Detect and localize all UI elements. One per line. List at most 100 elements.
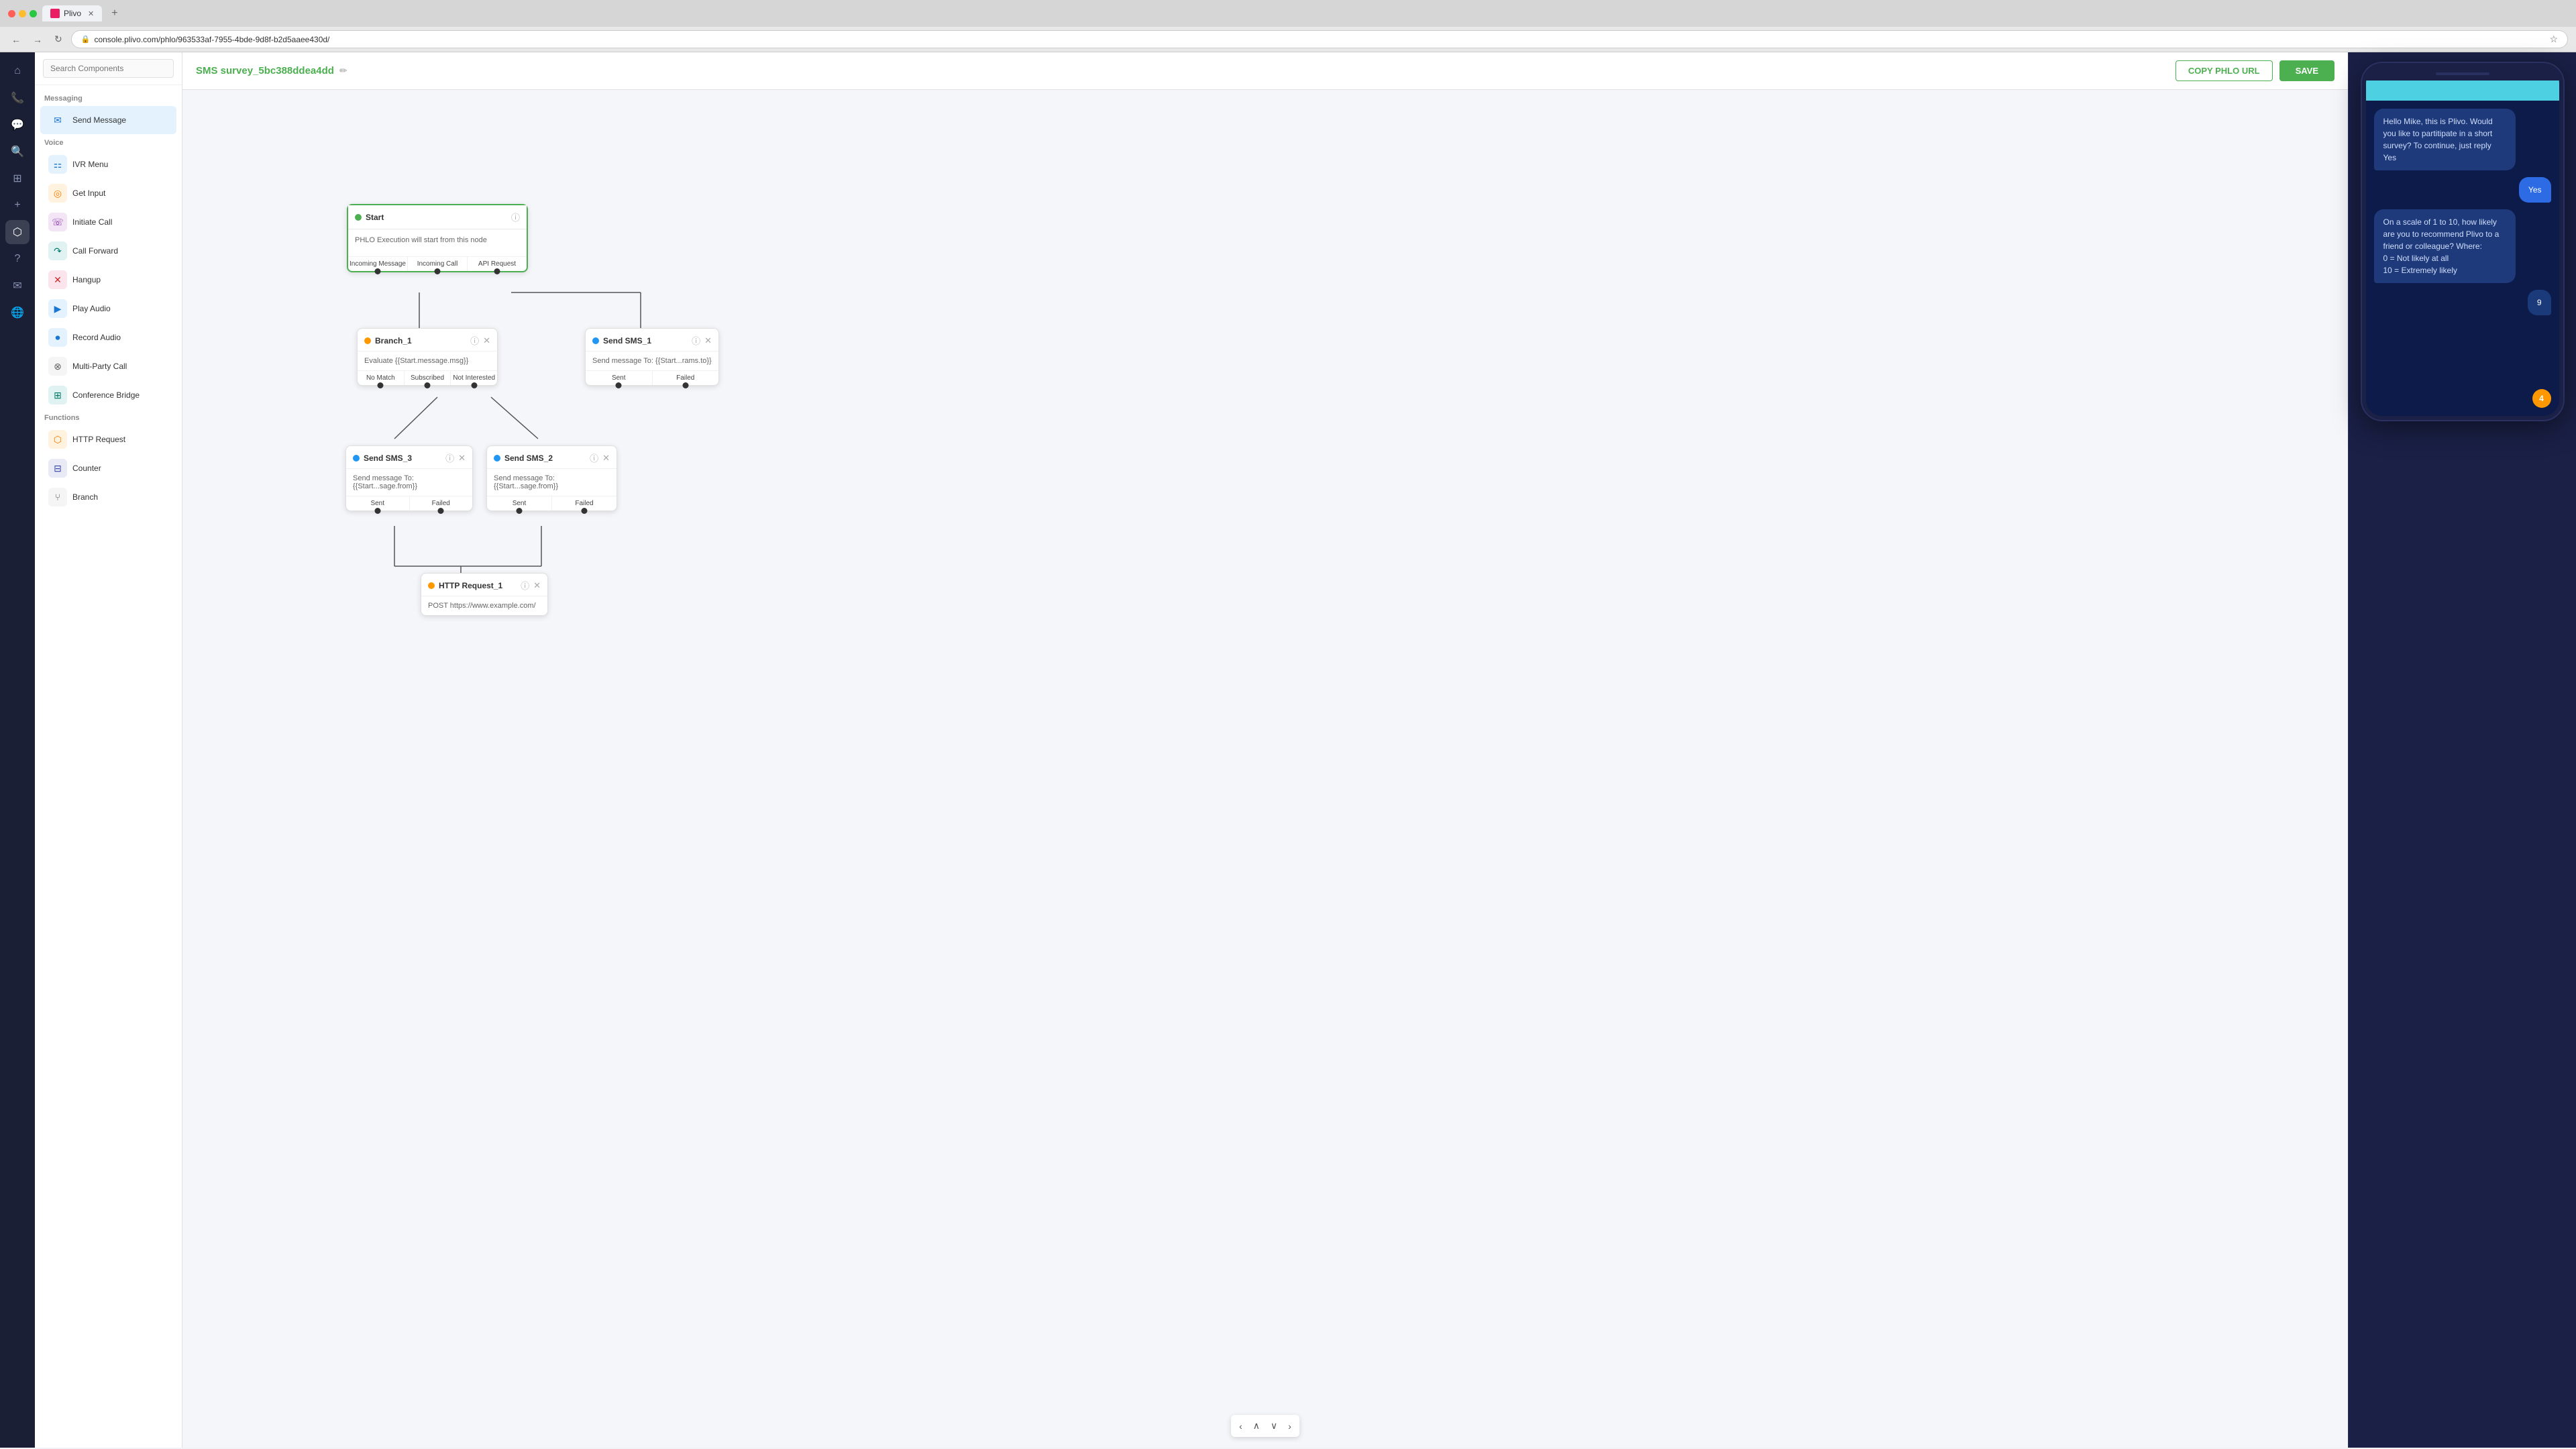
canvas-nav-down[interactable]: ∨ xyxy=(1267,1417,1281,1434)
http-request-1-node[interactable]: HTTP Request_1 ⓘ ✕ POST https://www.exam… xyxy=(421,573,548,616)
sidebar-icon-help[interactable]: ? xyxy=(5,247,30,271)
sidebar-icons: ⌂ 📞 💬 🔍 ⊞ + ⬡ ? ✉ 🌐 xyxy=(0,52,35,1448)
component-hangup[interactable]: ✕ Hangup xyxy=(40,266,176,294)
send-sms-1-node[interactable]: Send SMS_1 ⓘ ✕ Send message To: {{Start.… xyxy=(585,328,719,386)
component-conference-bridge[interactable]: ⊞ Conference Bridge xyxy=(40,381,176,409)
start-node[interactable]: Start ⓘ PHLO Execution will start from t… xyxy=(347,204,528,272)
tab-close-btn[interactable]: ✕ xyxy=(88,9,94,18)
ivr-menu-label: IVR Menu xyxy=(72,160,108,169)
flow-canvas[interactable]: Start ⓘ PHLO Execution will start from t… xyxy=(182,90,2348,1448)
sidebar-icon-globe[interactable]: 🌐 xyxy=(5,301,30,325)
http-request-1-body: POST https://www.example.com/ xyxy=(421,596,547,615)
address-bar[interactable]: 🔒 console.plivo.com/phlo/963533af-7955-4… xyxy=(71,30,2568,48)
send-sms-2-dot xyxy=(494,455,500,462)
component-record-audio[interactable]: ⏺ Record Audio xyxy=(40,323,176,352)
sidebar-icon-flow[interactable]: ⬡ xyxy=(5,220,30,244)
canvas-nav-up[interactable]: ∧ xyxy=(1249,1417,1264,1434)
start-node-info-icon[interactable]: ⓘ xyxy=(511,211,520,223)
canvas-nav-right[interactable]: › xyxy=(1284,1418,1295,1434)
send-sms-3-node[interactable]: Send SMS_3 ⓘ ✕ Send message To: {{Start.… xyxy=(345,445,473,511)
refresh-btn[interactable]: ↻ xyxy=(51,32,66,46)
component-branch[interactable]: ⑂ Branch xyxy=(40,483,176,511)
chat-message-0: Hello Mike, this is Plivo. Would you lik… xyxy=(2374,109,2516,170)
tab-title: Plivo xyxy=(64,9,81,18)
conference-bridge-label: Conference Bridge xyxy=(72,390,140,400)
component-get-input[interactable]: ◎ Get Input xyxy=(40,179,176,207)
http-request-1-title: HTTP Request_1 xyxy=(439,581,517,590)
call-forward-label: Call Forward xyxy=(72,246,118,256)
send-sms-3-close-icon[interactable]: ✕ xyxy=(458,453,466,464)
copy-phlo-url-btn[interactable]: COPY PHLO URL xyxy=(2176,60,2273,81)
send-sms-3-header: Send SMS_3 ⓘ ✕ xyxy=(346,446,472,469)
port-dot-sent-3 xyxy=(374,508,380,514)
branch-node-info-icon[interactable]: ⓘ xyxy=(470,334,479,347)
component-counter[interactable]: ⊟ Counter xyxy=(40,454,176,482)
fullscreen-traffic-light[interactable] xyxy=(30,10,37,17)
new-tab-btn[interactable]: + xyxy=(107,6,121,21)
multi-party-call-label: Multi-Party Call xyxy=(72,362,127,371)
send-sms-3-body: Send message To: {{Start...sage.from}} xyxy=(346,469,472,496)
bookmark-icon[interactable]: ☆ xyxy=(2549,34,2558,45)
start-node-body: PHLO Execution will start from this node xyxy=(348,229,527,256)
component-play-audio[interactable]: ▶ Play Audio xyxy=(40,294,176,323)
sidebar-icon-phone[interactable]: 📞 xyxy=(5,86,30,110)
port-incoming-call: Incoming Call xyxy=(408,257,468,271)
send-sms-3-info-icon[interactable]: ⓘ xyxy=(445,451,454,464)
port-dot-incoming-message xyxy=(375,268,381,274)
send-sms-2-header: Send SMS_2 ⓘ ✕ xyxy=(487,446,616,469)
send-sms-1-dot xyxy=(592,337,599,344)
search-input[interactable] xyxy=(43,59,174,78)
save-btn[interactable]: SAVE xyxy=(2279,60,2334,81)
send-sms-1-info-icon[interactable]: ⓘ xyxy=(692,334,700,347)
section-title-voice: Voice xyxy=(35,135,182,150)
sidebar-icon-search[interactable]: 🔍 xyxy=(5,140,30,164)
http-request-1-header: HTTP Request_1 ⓘ ✕ xyxy=(421,574,547,596)
send-sms-2-node[interactable]: Send SMS_2 ⓘ ✕ Send message To: {{Start.… xyxy=(486,445,617,511)
sidebar-icon-home[interactable]: ⌂ xyxy=(5,59,30,83)
minimize-traffic-light[interactable] xyxy=(19,10,26,17)
component-initiate-call[interactable]: ☏ Initiate Call xyxy=(40,208,176,236)
back-btn[interactable]: ← xyxy=(8,33,24,46)
send-sms-2-info-icon[interactable]: ⓘ xyxy=(590,451,598,464)
phone-panel: Hello Mike, this is Plivo. Would you lik… xyxy=(2348,52,2576,1448)
phone-screen: Hello Mike, this is Plivo. Would you lik… xyxy=(2366,80,2559,416)
branch-node[interactable]: Branch_1 ⓘ ✕ Evaluate {{Start.message.ms… xyxy=(357,328,498,386)
component-http-request[interactable]: ⬡ HTTP Request xyxy=(40,425,176,453)
sidebar-icon-plus[interactable]: + xyxy=(5,193,30,217)
send-sms-1-close-icon[interactable]: ✕ xyxy=(704,335,712,346)
port-dot-not-interested xyxy=(471,382,477,388)
canvas-nav-left[interactable]: ‹ xyxy=(1235,1418,1246,1434)
port-api-request: API Request xyxy=(468,257,527,271)
component-call-forward[interactable]: ↷ Call Forward xyxy=(40,237,176,265)
notification-badge: 4 xyxy=(2532,389,2551,408)
port-dot-incoming-call xyxy=(435,268,441,274)
sidebar-icon-message[interactable]: 💬 xyxy=(5,113,30,137)
branch-node-close-icon[interactable]: ✕ xyxy=(483,335,490,346)
sidebar-icon-mail[interactable]: ✉ xyxy=(5,274,30,298)
sidebar-icon-grid[interactable]: ⊞ xyxy=(5,166,30,191)
edit-phlo-name-icon[interactable]: ✏ xyxy=(339,65,347,76)
browser-tab[interactable]: Plivo ✕ xyxy=(42,5,102,21)
http-request-icon: ⬡ xyxy=(48,430,67,449)
forward-btn[interactable]: → xyxy=(30,33,46,46)
phlo-title: SMS survey_5bc388ddea4dd xyxy=(196,65,334,76)
browser-chrome: Plivo ✕ + ← → ↻ 🔒 console.plivo.com/phlo… xyxy=(0,0,2576,52)
http-request-1-close-icon[interactable]: ✕ xyxy=(533,580,541,591)
components-panel: Messaging ✉ Send Message Voice ⚏ IVR Men… xyxy=(35,52,182,1448)
http-request-1-info-icon[interactable]: ⓘ xyxy=(521,579,529,592)
branch-label: Branch xyxy=(72,492,98,502)
conference-bridge-icon: ⊞ xyxy=(48,386,67,405)
port-no-match: No Match xyxy=(358,371,405,385)
components-search-area xyxy=(35,52,182,85)
component-ivr-menu[interactable]: ⚏ IVR Menu xyxy=(40,150,176,178)
component-send-message[interactable]: ✉ Send Message xyxy=(40,106,176,134)
component-multi-party-call[interactable]: ⊗ Multi-Party Call xyxy=(40,352,176,380)
send-sms-1-body: Send message To: {{Start...rams.to}} xyxy=(586,352,718,370)
port-failed-1: Failed xyxy=(653,371,719,385)
close-traffic-light[interactable] xyxy=(8,10,15,17)
send-sms-1-title: Send SMS_1 xyxy=(603,336,688,345)
play-audio-label: Play Audio xyxy=(72,304,111,313)
send-sms-2-close-icon[interactable]: ✕ xyxy=(602,453,610,464)
port-dot-failed-3 xyxy=(438,508,444,514)
branch-node-header: Branch_1 ⓘ ✕ xyxy=(358,329,497,352)
